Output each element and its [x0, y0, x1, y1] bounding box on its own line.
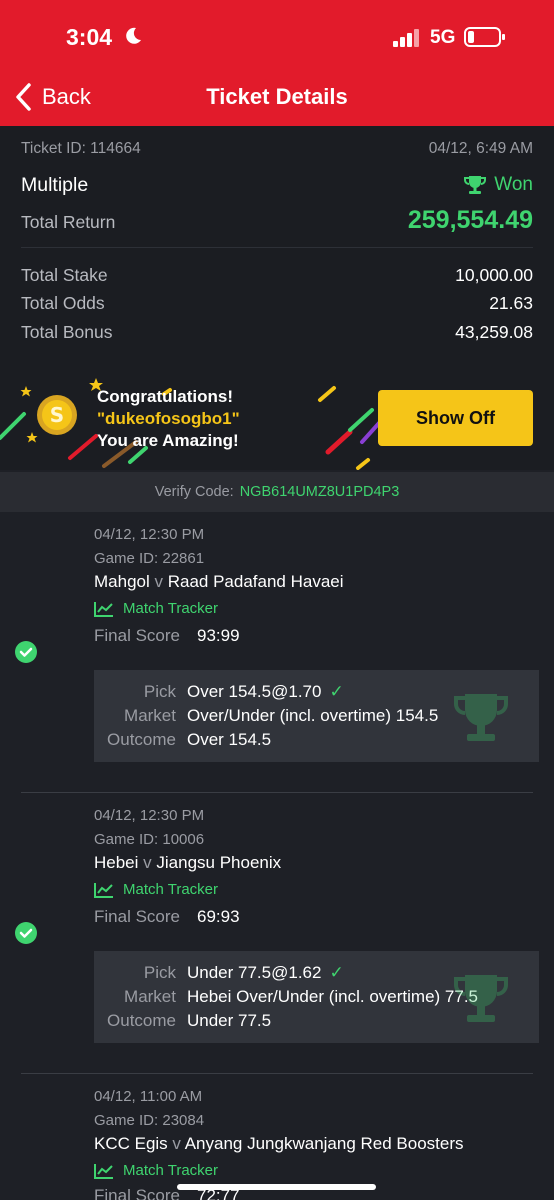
network-label: 5G — [430, 27, 456, 48]
congrats-line: Congratulations! — [97, 387, 233, 406]
pick-text: Over 154.5@1.70 — [187, 682, 322, 701]
moon-icon — [126, 27, 141, 44]
home-indicator[interactable] — [177, 1184, 376, 1190]
total-bonus-label: Total Bonus — [21, 322, 113, 342]
home-team: Hebei — [94, 853, 139, 872]
trophy-watermark-icon — [454, 975, 508, 1022]
home-team: Mahgol — [94, 572, 150, 591]
verify-code-value[interactable]: NGB614UMZ8U1PD4P3 — [240, 484, 400, 500]
total-odds-label: Total Odds — [21, 293, 105, 313]
game-id: Game ID: 23084 — [94, 1112, 205, 1129]
chart-icon — [94, 601, 113, 617]
match-date: 04/12, 12:30 PM — [94, 807, 205, 824]
outcome-label: Outcome — [107, 1011, 176, 1030]
versus-label: v — [154, 572, 164, 591]
market-value: Hebei Over/Under (incl. overtime) 77.5 — [187, 987, 479, 1006]
game-id: Game ID: 10006 — [94, 831, 205, 848]
pick-label: Pick — [143, 963, 176, 982]
svg-text:S: S — [50, 403, 64, 427]
check-circle-icon — [15, 641, 37, 663]
home-team: KCC Egis — [94, 1134, 168, 1153]
ticket-datetime: 04/12, 6:49 AM — [428, 140, 533, 157]
status-label: Won — [494, 174, 533, 195]
total-bonus-value: 43,259.08 — [455, 322, 533, 342]
congrats-line: You are Amazing! — [97, 431, 239, 450]
congrats-message: Congratulations! "dukeofosogbo1" You are… — [97, 386, 240, 452]
pick-details: Pick Under 77.5@1.62 ✓ Market Hebei Over/… — [94, 951, 539, 1043]
total-odds-value: 21.63 — [489, 293, 533, 313]
market-label: Market — [124, 987, 176, 1006]
check-circle-icon — [15, 922, 37, 944]
final-score-label: Final Score — [94, 1186, 180, 1200]
away-team: Jiangsu Phoenix — [156, 853, 282, 872]
match-teams: Mahgol v Raad Padafand Havaei — [94, 572, 344, 592]
status-badge: Won — [464, 174, 533, 196]
market-value: Over/Under (incl. overtime) 154.5 — [187, 706, 439, 725]
match-teams: Hebei v Jiangsu Phoenix — [94, 853, 281, 873]
coin-icon: S — [37, 395, 77, 435]
trophy-icon — [464, 176, 487, 194]
chart-icon — [94, 882, 113, 898]
show-off-button[interactable]: Show Off — [378, 390, 533, 446]
final-score-value: 69:93 — [197, 907, 240, 926]
total-return-value: 259,554.49 — [407, 206, 533, 234]
market-label: Market — [124, 706, 176, 725]
final-score-label: Final Score — [94, 626, 180, 645]
game-id: Game ID: 22861 — [94, 550, 205, 567]
verify-code-bar: Verify Code: NGB614UMZ8U1PD4P3 — [0, 472, 554, 512]
selection-item: 04/12, 12:30 PM Game ID: 10006 Hebei v J… — [0, 793, 554, 1073]
total-stake-value: 10,000.00 — [455, 265, 533, 285]
versus-label: v — [172, 1134, 181, 1153]
pick-value: Under 77.5@1.62 ✓ — [187, 963, 344, 983]
pick-text: Under 77.5@1.62 — [187, 963, 322, 982]
pick-value: Over 154.5@1.70 ✓ — [187, 682, 344, 702]
total-stake-label: Total Stake — [21, 265, 108, 285]
match-tracker-label: Match Tracker — [123, 600, 219, 617]
outcome-value: Under 77.5 — [187, 1011, 272, 1030]
final-score-label: Final Score — [94, 907, 180, 926]
match-tracker-label: Match Tracker — [123, 1162, 219, 1179]
signal-icon — [393, 29, 419, 47]
outcome-value: Over 154.5 — [187, 730, 272, 749]
away-team: Anyang Jungkwanjang Red Boosters — [184, 1134, 464, 1153]
versus-label: v — [143, 853, 152, 872]
checkmark-icon: ✓ — [329, 682, 344, 701]
header-bar: 3:04 5G Back Ticket Details — [0, 0, 554, 126]
pick-label: Pick — [143, 682, 176, 701]
divider — [21, 247, 533, 248]
chart-icon — [94, 1163, 113, 1179]
match-tracker-link[interactable]: Match Tracker — [94, 1162, 218, 1179]
selection-item: 04/12, 11:00 AM Game ID: 23084 KCC Egis … — [0, 1074, 554, 1200]
pick-details: Pick Over 154.5@1.70 ✓ Market Over/Under … — [94, 670, 539, 762]
match-date: 04/12, 11:00 AM — [94, 1088, 203, 1105]
total-return-label: Total Return — [21, 212, 116, 232]
match-tracker-link[interactable]: Match Tracker — [94, 600, 218, 617]
congrats-username: "dukeofosogbo1" — [97, 409, 240, 428]
battery-icon — [464, 27, 505, 47]
selection-item: 04/12, 12:30 PM Game ID: 22861 Mahgol v … — [0, 512, 554, 792]
status-time: 3:04 — [66, 24, 113, 50]
away-team: Raad Padafand Havaei — [167, 572, 344, 591]
match-date: 04/12, 12:30 PM — [94, 526, 205, 543]
match-tracker-link[interactable]: Match Tracker — [94, 881, 218, 898]
bet-type: Multiple — [21, 174, 89, 196]
match-teams: KCC Egis v Anyang Jungkwanjang Red Boost… — [94, 1134, 464, 1154]
outcome-label: Outcome — [107, 730, 176, 749]
match-tracker-label: Match Tracker — [123, 881, 219, 898]
page-title: Ticket Details — [206, 84, 348, 109]
ticket-id: Ticket ID: 114664 — [21, 140, 141, 157]
checkmark-icon: ✓ — [329, 963, 344, 982]
verify-code-label: Verify Code: — [154, 484, 234, 500]
final-score-value: 93:99 — [197, 626, 240, 645]
trophy-watermark-icon — [454, 694, 508, 741]
